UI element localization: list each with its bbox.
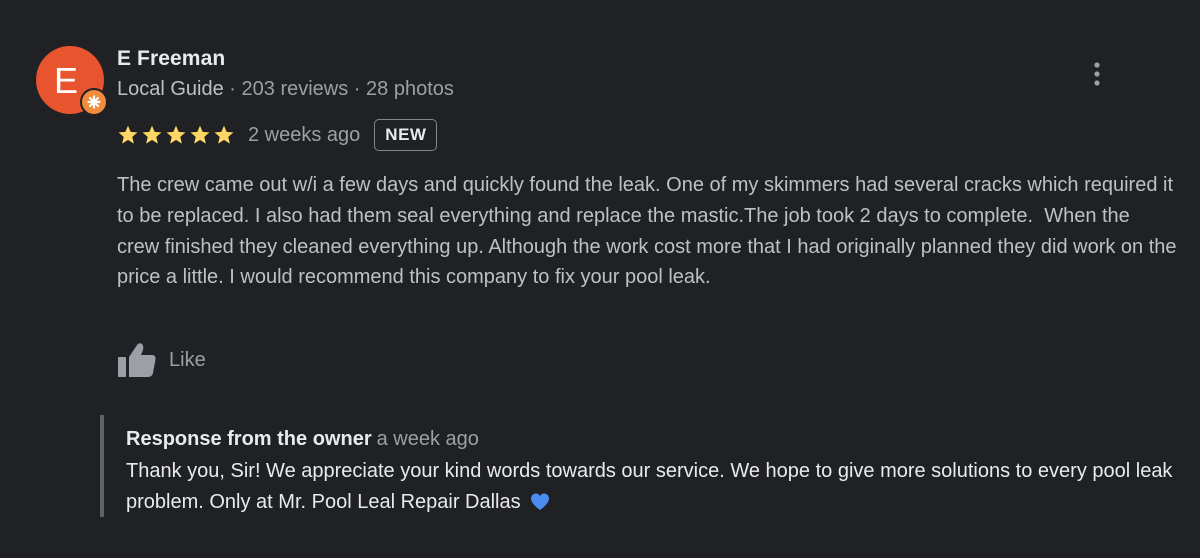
owner-response: Response from the owner a week ago Thank … (100, 415, 1184, 517)
review-card: E E Freeman Local Guide · 203 reviews · … (0, 0, 1200, 558)
star-icon (166, 125, 186, 144)
new-badge: NEW (374, 119, 438, 151)
local-guide-label: Local Guide (117, 78, 224, 100)
response-text-block: Thank you, Sir! We appreciate your kind … (126, 456, 1176, 518)
review-date: 2 weeks ago (248, 123, 361, 146)
avatar-initial: E (53, 60, 78, 101)
star-rating (117, 124, 235, 146)
like-button[interactable]: Like (117, 342, 206, 378)
review-count: 203 reviews (241, 78, 349, 100)
star-icon (142, 125, 162, 144)
more-vertical-icon (1094, 62, 1100, 86)
reviewer-meta: Local Guide · 203 reviews · 28 photos (117, 78, 454, 101)
reviewer-name[interactable]: E Freeman (117, 47, 225, 71)
local-guide-badge-icon (80, 88, 108, 116)
star-icon (190, 125, 210, 144)
response-text: Thank you, Sir! We appreciate your kind … (126, 460, 1173, 513)
photo-count: 28 photos (366, 78, 454, 100)
response-header: Response from the owner a week ago (126, 428, 479, 451)
more-options-button[interactable] (1084, 58, 1110, 90)
blue-heart-icon (531, 493, 550, 510)
meta-separator: · (348, 78, 367, 100)
like-label: Like (169, 348, 206, 371)
thumbs-up-icon (118, 343, 156, 377)
rating-row: 2 weeks ago NEW (117, 118, 438, 152)
star-icon (118, 125, 138, 144)
review-text: The crew came out w/i a few days and qui… (117, 174, 1183, 289)
response-date: a week ago (376, 428, 479, 450)
meta-separator: · (223, 78, 242, 100)
star-icon (214, 125, 234, 144)
response-title: Response from the owner (126, 428, 372, 450)
